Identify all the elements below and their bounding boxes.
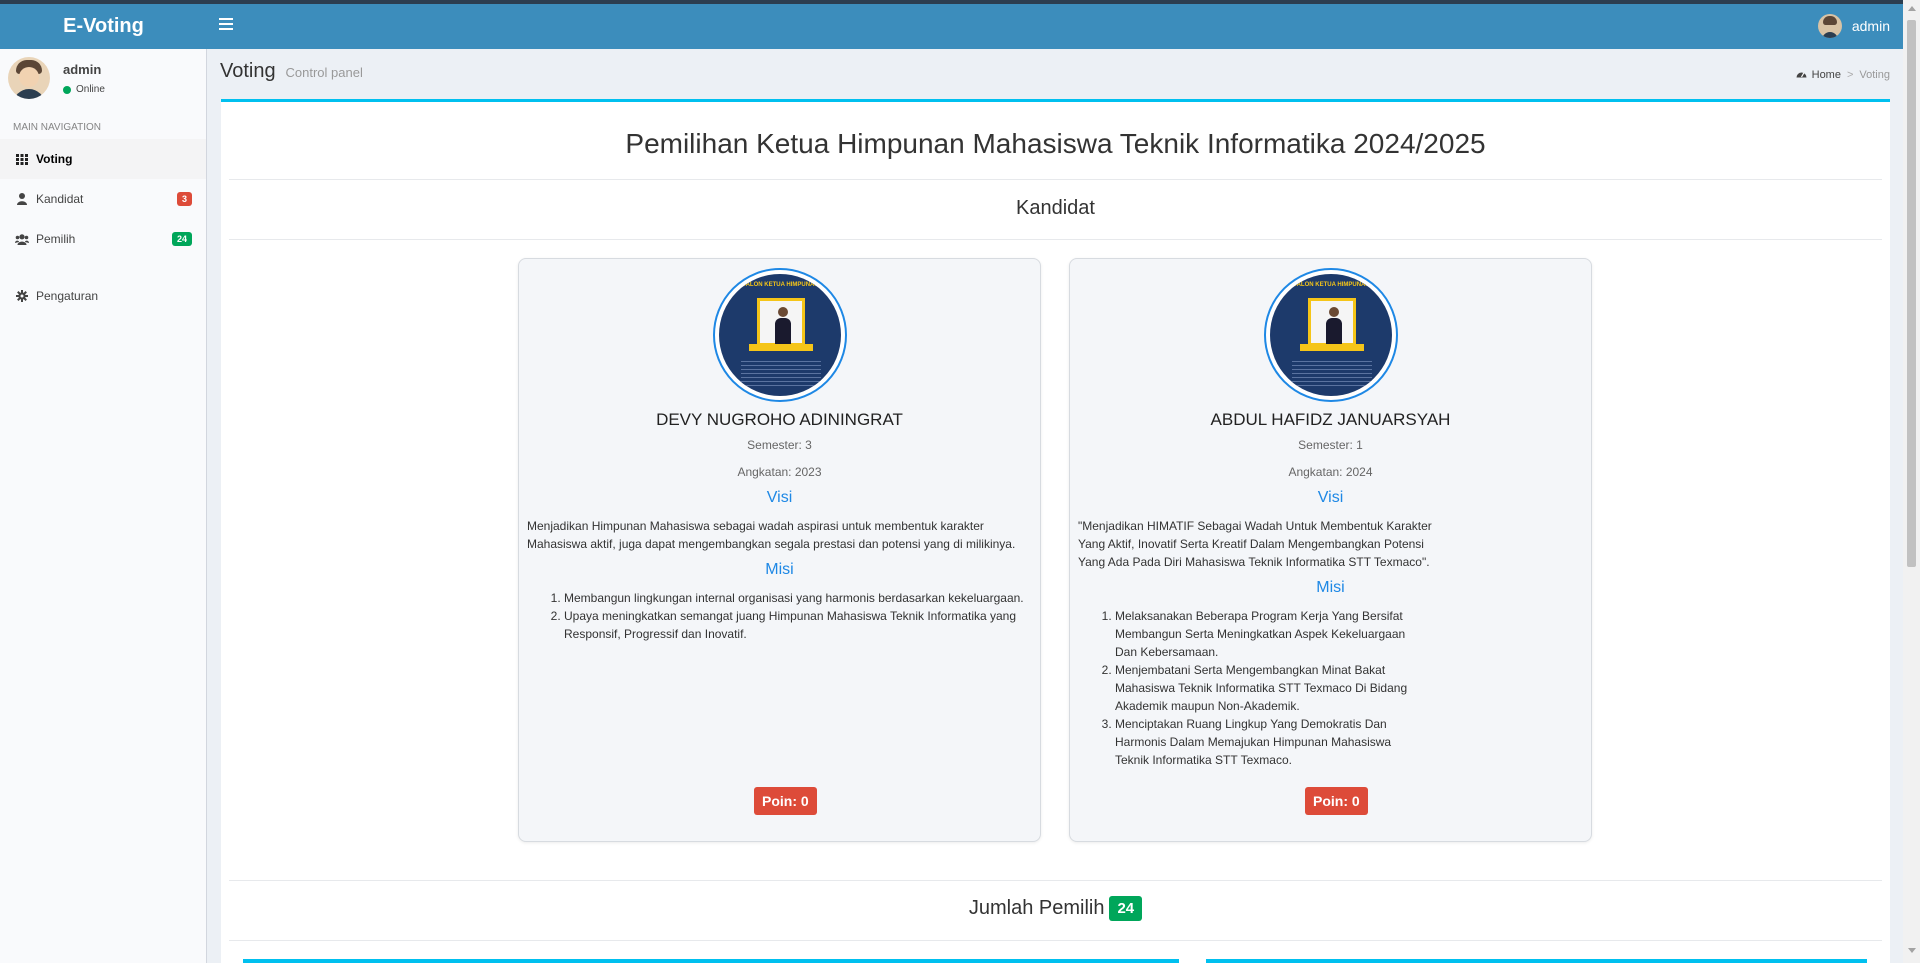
divider [229,239,1882,240]
divider [229,880,1882,881]
status-badge: Online [63,84,105,95]
candidate-semester: Semester: 1 [1298,438,1363,452]
misi-heading: Misi [765,561,794,578]
divider [229,940,1882,941]
voters-summary: Jumlah Pemilih 24 [221,896,1890,921]
status-text: Online [76,84,105,95]
scroll-up-icon[interactable] [1908,6,1916,11]
sidebar-toggle-icon[interactable] [219,18,233,32]
kandidat-count-badge: 3 [176,192,192,206]
list-item: Menciptakan Ruang Lingkup Yang Demokrati… [1115,715,1425,769]
sidebar-item-label: Voting [36,152,73,166]
poin-badge: Poin: 0 [754,787,817,815]
app-logo[interactable]: E-Voting [0,4,207,49]
sidebar-item-label: Pemilih [36,232,76,246]
user-menu-name: admin [1851,18,1890,34]
sidebar-item-voting[interactable]: Voting [0,139,206,179]
list-item: Membangun lingkungan internal organisasi… [564,589,1034,607]
candidate-misi-list: Melaksanakan Beberapa Program Kerja Yang… [1115,607,1425,769]
candidate-angkatan: Angkatan: 2024 [1288,465,1373,479]
voters-chart-box [243,959,1179,963]
candidate-semester: Semester: 3 [747,438,812,452]
candidate-card: CALON KETUA HIMPUNAN DEVY NUGROHO ADININ… [518,258,1041,842]
list-item: Melaksanakan Beberapa Program Kerja Yang… [1115,607,1425,661]
scroll-thumb[interactable] [1907,20,1916,567]
sidebar: admin Online MAIN NAVIGATION Voting Kand… [0,49,207,963]
divider [229,179,1882,180]
avatar [8,57,50,99]
scroll-down-icon[interactable] [1908,948,1916,953]
candidate-angkatan: Angkatan: 2023 [737,465,822,479]
candidate-photo: CALON KETUA HIMPUNAN [1264,268,1398,402]
voting-panel: Pemilihan Ketua Himpunan Mahasiswa Tekni… [221,99,1890,963]
content-header: Voting Control panel Home > Voting [220,60,1900,90]
poin-badge: Poin: 0 [1305,787,1368,815]
visi-heading: Visi [1317,489,1344,506]
breadcrumb: Home > Voting [1796,69,1890,81]
voters-list-box [1206,959,1867,963]
voters-label: Jumlah Pemilih [968,897,1105,919]
breadcrumb-home[interactable]: Home [1812,69,1841,81]
poster-text: CALON KETUA HIMPUNAN [1292,282,1370,288]
gear-icon [15,290,29,302]
sidebar-user-name: admin [63,62,102,77]
candidate-visi: "Menjadikan HIMATIF Sebagai Wadah Untuk … [1078,519,1432,569]
voters-count-badge: 24 [1109,896,1143,921]
sidebar-item-pemilih[interactable]: Pemilih 24 [0,219,206,259]
poster-text: CALON KETUA HIMPUNAN [741,282,819,288]
election-title: Pemilihan Ketua Himpunan Mahasiswa Tekni… [625,128,1486,159]
sidebar-item-label: Kandidat [36,192,84,206]
breadcrumb-current: Voting [1859,69,1890,81]
page-title: Voting [220,60,276,82]
candidate-name: DEVY NUGROHO ADININGRAT [656,410,903,429]
candidate-visi: Menjadikan Himpunan Mahasiswa sebagai wa… [527,519,1016,551]
list-item: Menjembatani Serta Mengembangkan Minat B… [1115,661,1425,715]
sidebar-user-panel: admin Online [0,49,206,117]
candidate-misi-list: Membangun lingkungan internal organisasi… [564,589,1034,643]
pemilih-count-badge: 24 [171,232,192,246]
candidate-name: ABDUL HAFIDZ JANUARSYAH [1210,410,1451,429]
user-menu[interactable]: admin [1817,14,1890,38]
online-dot-icon [63,85,71,94]
page-subtitle: Control panel [285,65,363,80]
page-scrollbar[interactable] [1903,0,1920,963]
main-header: E-Voting admin [0,4,1920,49]
nav-header: MAIN NAVIGATION [13,122,101,133]
visi-heading: Visi [766,489,793,506]
candidates-heading: Kandidat [1016,197,1095,219]
candidate-photo: CALON KETUA HIMPUNAN [713,268,847,402]
candidate-card: CALON KETUA HIMPUNAN ABDUL HAFIDZ JANUAR… [1069,258,1592,842]
grid-icon [15,153,29,165]
list-item: Upaya meningkatkan semangat juang Himpun… [564,607,1034,643]
user-icon [15,193,29,205]
users-icon [15,233,29,245]
dashboard-icon [1796,69,1807,81]
misi-heading: Misi [1316,579,1345,596]
sidebar-item-kandidat[interactable]: Kandidat 3 [0,179,206,219]
sidebar-item-pengaturan[interactable]: Pengaturan [0,276,206,316]
sidebar-item-label: Pengaturan [36,289,99,303]
avatar [1817,14,1842,38]
